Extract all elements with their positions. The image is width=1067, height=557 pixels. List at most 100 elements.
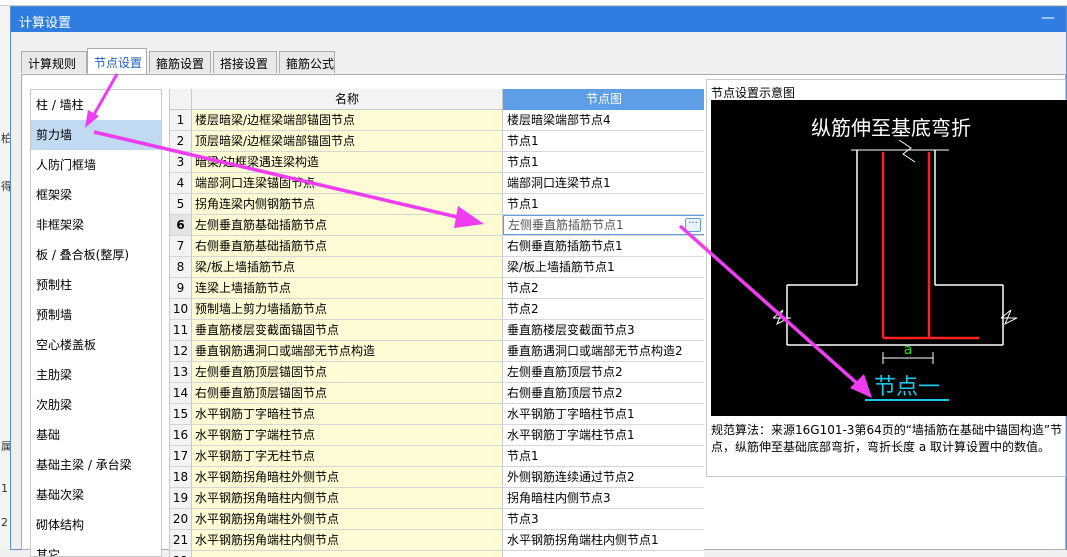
category-precast-wall[interactable]: 预制墙 [31,300,161,330]
table-row[interactable]: 8 梁/板上墙插筋节点 梁/板上墙插筋节点1 [170,257,704,278]
node-name-cell: 水平钢筋拐角端柱内侧节点 [192,530,503,550]
category-foundation-secondary-beam[interactable]: 基础次梁 [31,480,161,510]
table-row[interactable]: 6 左侧垂直筋基础插筋节点 左侧垂直筋插筋节点1 ··· [170,215,704,236]
component-category-list[interactable]: 柱 / 墙柱 剪力墙 人防门框墙 框架梁 非框架梁板 / 叠合板(整厚) 预制柱 预制墙 空心… [30,89,162,557]
node-diagram-cell[interactable]: 梁/板上墙插筋节点1 [503,257,704,277]
node-diagram-value: 节点1 [507,197,539,211]
table-row[interactable]: 15 水平钢筋丁字暗柱节点 水平钢筋丁字暗柱节点1 [170,404,704,425]
node-diagram-cell[interactable]: 水平钢筋丁字端柱节点1 [503,425,704,445]
node-diagram-cell[interactable]: 外侧钢筋连续通过节点2 [503,467,704,487]
table-row[interactable]: 4 端部洞口连梁锚固节点 端部洞口连梁节点1 [170,173,704,194]
table-row[interactable]: 5 拐角连梁内侧钢筋节点 节点1 [170,194,704,215]
dialog-title-bar[interactable]: 计算设置 — [11,7,1066,32]
node-diagram-cell[interactable]: 节点2 [503,299,704,319]
category-precast-column[interactable]: 预制柱 [31,270,161,300]
table-row[interactable]: 10 预制墙上剪力墙插筋节点 节点2 [170,299,704,320]
row-number: 19 [170,488,192,508]
row-number: 20 [170,509,192,529]
category-column[interactable]: 柱 / 墙柱 [31,90,161,120]
node-diagram-value: 节点2 [507,281,539,295]
node-diagram-value: 左侧垂直筋插筋节点1 [508,218,624,232]
node-diagram-cell[interactable]: 垂直筋楼层变截面节点3 [503,320,704,340]
node-diagram-cell[interactable]: 节点1 [503,152,704,172]
node-diagram-cell[interactable]: 左侧垂直筋插筋节点1 ··· [503,215,704,235]
row-number: 15 [170,404,192,424]
table-row[interactable]: 17 水平钢筋丁字无柱节点 节点1 [170,446,704,467]
node-diagram-value: 水平钢筋丁字端柱节点1 [507,428,635,442]
table-row[interactable]: 12 垂直钢筋遇洞口或端部无节点构造 垂直筋遇洞口或端部无节点构造2 [170,341,704,362]
table-row[interactable]: 2 顶层暗梁/边框梁端部锚固节点 节点1 [170,131,704,152]
table-row[interactable]: 18 水平钢筋拐角暗柱外侧节点 外侧钢筋连续通过节点2 [170,467,704,488]
table-row[interactable]: 1 楼层暗梁/边框梁端部锚固节点 楼层暗梁端部节点4 [170,110,704,131]
node-diagram-cell[interactable]: 垂直筋遇洞口或端部无节点构造2 [503,341,704,361]
table-row[interactable]: 11 垂直筋楼层变截面锚固节点 垂直筋楼层变截面节点3 [170,320,704,341]
table-row[interactable]: 22 [170,551,704,557]
node-diagram-value: 左侧垂直筋顶层节点2 [507,365,623,379]
more-options-button[interactable]: ··· [685,218,701,232]
table-row[interactable]: 19 水平钢筋拐角暗柱内侧节点 拐角暗柱内侧节点3 [170,488,704,509]
node-diagram-cell[interactable]: 水平钢筋丁字暗柱节点1 [503,404,704,424]
tab-stirrup-settings[interactable]: 箍筋设置 [149,51,211,73]
node-name-cell: 拐角连梁内侧钢筋节点 [192,194,503,214]
table-row[interactable]: 13 左侧垂直筋顶层锚固节点 左侧垂直筋顶层节点2 [170,362,704,383]
row-number: 2 [170,131,192,151]
minimize-button[interactable]: — [1040,10,1056,28]
row-number: 6 [170,215,192,235]
node-diagram-cell[interactable]: 拐角暗柱内侧节点3 [503,488,704,508]
tab-calculation-rules[interactable]: 计算规则 [21,51,87,73]
tab-node-settings[interactable]: 节点设置 [87,48,147,74]
node-preview-panel: 节点设置示意图 纵筋伸至基底弯折 a 节点一 规范算法：来源16G101-3第6… [706,79,1067,477]
node-diagram-column-header: 节点图 [503,89,704,110]
node-name-cell: 右侧垂直筋顶层锚固节点 [192,383,503,403]
row-number: 12 [170,341,192,361]
node-name-cell: 右侧垂直筋基础插筋节点 [192,236,503,256]
node-diagram-cell[interactable]: 节点1 [503,194,704,214]
category-masonry[interactable]: 砌体结构 [31,510,161,540]
category-foundation[interactable]: 基础 [31,420,161,450]
table-row[interactable]: 3 暗梁/边框梁遇连梁构造 节点1 [170,152,704,173]
table-row[interactable]: 21 水平钢筋拐角端柱内侧节点 水平钢筋拐角端柱内侧节点1 [170,530,704,551]
category-frame-beam[interactable]: 框架梁 [31,180,161,210]
node-diagram-cell[interactable]: 左侧垂直筋顶层节点2 [503,362,704,382]
category-main-rib-beam[interactable]: 主肋梁 [31,360,161,390]
node-diagram-cell[interactable]: 右侧垂直筋顶层节点2 [503,383,704,403]
table-row[interactable]: 14 右侧垂直筋顶层锚固节点 右侧垂直筋顶层节点2 [170,383,704,404]
node-diagram-cell[interactable]: 节点2 [503,278,704,298]
category-hollow-slab[interactable]: 空心楼盖板 [31,330,161,360]
name-column-header: 名称 [192,89,503,110]
node-name-cell: 楼层暗梁/边框梁端部锚固节点 [192,110,503,130]
preview-description: 规范算法：来源16G101-3第64页的“墙插筋在基础中锚固构造”节点，纵筋伸至… [711,423,1063,454]
node-diagram-value: 楼层暗梁端部节点4 [507,113,611,127]
node-diagram-cell[interactable] [503,551,704,557]
node-diagram-cell[interactable]: 端部洞口连梁节点1 [503,173,704,193]
node-settings-table: 名称 节点图 1 楼层暗梁/边框梁端部锚固节点 楼层暗梁端部节点4 2 顶层暗梁/边框梁… [169,89,704,557]
node-diagram-cell[interactable]: 右侧垂直筋插筋节点1 [503,236,704,256]
category-civil-defense-frame-wall[interactable]: 人防门框墙 [31,150,161,180]
node-diagram-cell[interactable]: 楼层暗梁端部节点4 [503,110,704,130]
category-shear-wall[interactable]: 剪力墙 [31,120,161,150]
category-foundation-main-beam[interactable]: 基础主梁 / 承台梁 [31,450,161,480]
node-diagram: 纵筋伸至基底弯折 a 节点一 [711,100,1067,416]
table-row[interactable]: 9 连梁上墙插筋节点 节点2 [170,278,704,299]
node-diagram-cell[interactable]: 节点3 [503,509,704,529]
table-row[interactable]: 16 水平钢筋丁字端柱节点 水平钢筋丁字端柱节点1 [170,425,704,446]
row-number: 10 [170,299,192,319]
node-diagram-cell[interactable]: 节点1 [503,131,704,151]
tab-stirrup-formula[interactable]: 箍筋公式 [279,51,335,73]
category-secondary-rib-beam[interactable]: 次肋梁 [31,390,161,420]
node-name-cell: 预制墙上剪力墙插筋节点 [192,299,503,319]
node-name-cell: 暗梁/边框梁遇连梁构造 [192,152,503,172]
row-number: 21 [170,530,192,550]
table-row[interactable]: 20 水平钢筋拐角端柱外侧节点 节点3 [170,509,704,530]
tab-lap-settings[interactable]: 搭接设置 [213,51,277,73]
wall-break-symbol [898,139,916,163]
row-number: 3 [170,152,192,172]
category-slab[interactable]: 板 / 叠合板(整厚) [31,240,161,270]
node-diagram-value: 垂直筋遇洞口或端部无节点构造2 [507,344,683,358]
category-other[interactable]: 其它 [31,540,161,556]
row-number: 13 [170,362,192,382]
category-non-frame-beam[interactable]: 非框架梁 [31,210,161,240]
node-diagram-cell[interactable]: 水平钢筋拐角端柱内侧节点1 [503,530,704,550]
node-diagram-cell[interactable]: 节点1 [503,446,704,466]
table-row[interactable]: 7 右侧垂直筋基础插筋节点 右侧垂直筋插筋节点1 [170,236,704,257]
